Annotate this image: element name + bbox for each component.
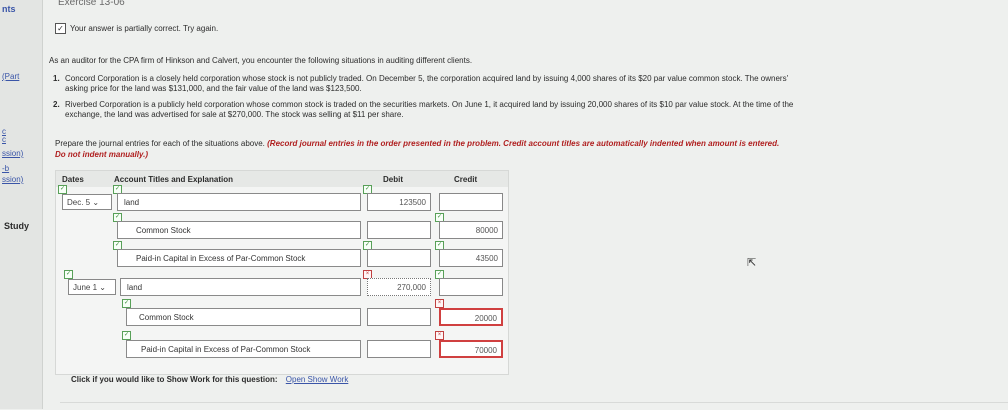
credit-input[interactable]: 43500 xyxy=(439,249,503,267)
account-input[interactable]: Paid-in Capital in Excess of Par-Common … xyxy=(117,249,361,267)
situation-1: 1. Concord Corporation is a closely held … xyxy=(53,74,788,94)
sidebar-item-session1[interactable]: ssion) xyxy=(2,149,23,158)
date-select[interactable]: Dec. 5 ⌄ xyxy=(62,194,112,210)
correct-mark-icon: ✓ xyxy=(64,270,73,279)
situation-number: 2. xyxy=(53,100,60,109)
debit-input[interactable] xyxy=(367,249,431,267)
pencil-check-icon: ✓ xyxy=(55,23,66,34)
chevron-down-icon: ⌄ xyxy=(92,198,100,207)
debit-input[interactable]: 123500 xyxy=(367,193,431,211)
account-input[interactable]: land xyxy=(117,193,361,211)
sidebar-item-c2[interactable]: c xyxy=(2,135,6,144)
prepare-text: Prepare the journal entries for each of … xyxy=(55,139,265,148)
sidebar-item-study[interactable]: Study xyxy=(4,221,29,231)
status-text: Your answer is partially correct. Try ag… xyxy=(70,24,219,33)
instruction-line2: Do not indent manually.) xyxy=(55,150,149,159)
show-work-text: Click if you would like to Show Work for… xyxy=(71,375,278,384)
chevron-down-icon: ⌄ xyxy=(99,283,106,292)
correct-mark-icon: ✓ xyxy=(122,331,131,340)
account-input[interactable]: Common Stock xyxy=(117,221,361,239)
mouse-cursor-icon: ⇱ xyxy=(747,257,757,269)
debit-input[interactable]: 270,000 xyxy=(367,278,431,296)
date-select-value: June 1 xyxy=(73,283,98,292)
account-input[interactable]: land xyxy=(120,278,361,296)
debit-input[interactable] xyxy=(367,308,431,326)
situation-line1: Concord Corporation is a closely held co… xyxy=(65,74,789,83)
open-show-work-link[interactable]: Open Show Work xyxy=(286,375,349,384)
header-credit: Credit xyxy=(454,175,478,184)
correct-mark-icon: ✓ xyxy=(122,299,131,308)
show-work-prompt: Click if you would like to Show Work for… xyxy=(71,375,348,384)
account-input[interactable]: Paid-in Capital in Excess of Par-Common … xyxy=(126,340,361,358)
left-sidebar: nts (Part c c ssion) -b ssion) Study xyxy=(0,0,43,409)
incorrect-mark-icon: × xyxy=(435,299,444,308)
intro-text: As an auditor for the CPA firm of Hinkso… xyxy=(49,56,473,65)
sidebar-item-session2[interactable]: ssion) xyxy=(2,175,23,184)
date-select[interactable]: June 1 ⌄ xyxy=(68,279,116,295)
situation-line2: asking price for the land was $131,000, … xyxy=(65,84,362,93)
sidebar-item-points[interactable]: nts xyxy=(2,4,16,14)
credit-input[interactable]: 20000 xyxy=(439,308,503,326)
date-select-value: Dec. 5 xyxy=(67,198,91,207)
exercise-title: Exercise 13-06 xyxy=(58,0,125,8)
credit-input[interactable]: 70000 xyxy=(439,340,503,358)
situation-2: 2. Riverbed Corporation is a publicly hel… xyxy=(53,100,793,120)
header-debit: Debit xyxy=(383,175,403,184)
prepare-instructions: Prepare the journal entries for each of … xyxy=(55,138,779,160)
sidebar-item-part[interactable]: (Part xyxy=(2,72,19,81)
account-input[interactable]: Common Stock xyxy=(126,308,361,326)
situation-line1: Riverbed Corporation is a publicly held … xyxy=(65,100,794,109)
credit-input[interactable] xyxy=(439,193,503,211)
sidebar-item-b[interactable]: -b xyxy=(2,164,9,173)
debit-input[interactable] xyxy=(367,340,431,358)
journal-entry-table: Dates Account Titles and Explanation Deb… xyxy=(55,170,509,375)
situation-line2: exchange, the land was advertised for sa… xyxy=(65,110,404,119)
header-dates: Dates xyxy=(62,175,84,184)
credit-input[interactable]: 80000 xyxy=(439,221,503,239)
status-message: ✓ Your answer is partially correct. Try … xyxy=(55,23,218,34)
correct-mark-icon: ✓ xyxy=(58,185,67,194)
table-header: Dates Account Titles and Explanation Deb… xyxy=(56,171,508,187)
header-account: Account Titles and Explanation xyxy=(114,175,233,184)
credit-input[interactable] xyxy=(439,278,503,296)
situation-number: 1. xyxy=(53,74,60,83)
debit-input[interactable] xyxy=(367,221,431,239)
incorrect-mark-icon: × xyxy=(435,331,444,340)
instruction-line1: (Record journal entries in the order pre… xyxy=(267,139,780,148)
